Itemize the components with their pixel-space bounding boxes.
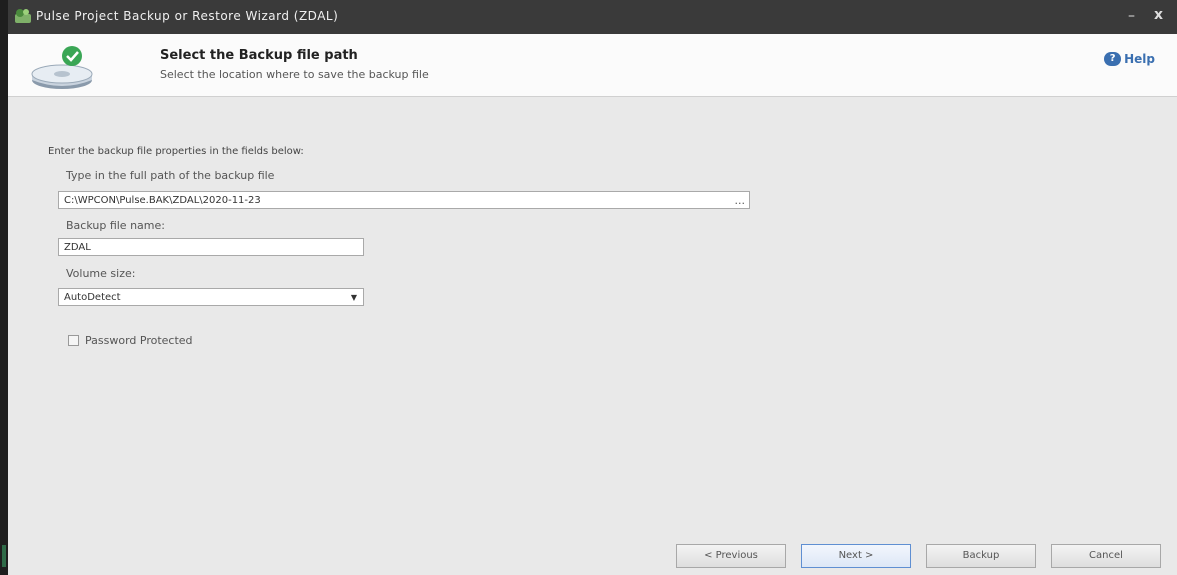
browse-button[interactable]: ... [735,192,746,210]
page-subtitle: Select the location where to save the ba… [160,68,429,81]
chevron-down-icon: ▼ [350,293,357,302]
backup-path-value: C:\WPCON\Pulse.BAK\ZDAL\2020-11-23 [64,195,261,206]
previous-button[interactable]: < Previous [676,544,786,568]
page-title: Select the Backup file path [160,48,358,63]
wizard-content: Enter the backup file properties in the … [8,97,1177,537]
checkbox-box[interactable] [68,335,79,346]
backup-name-value: ZDAL [64,242,91,253]
backup-path-label: Type in the full path of the backup file [66,169,275,182]
taskbar-accent [2,545,6,567]
help-label: Help [1124,52,1155,66]
cancel-button[interactable]: Cancel [1051,544,1161,568]
wizard-header: Select the Backup file path Select the l… [8,34,1177,97]
backup-name-input[interactable]: ZDAL [58,238,364,256]
volume-size-label: Volume size: [66,267,136,280]
volume-size-select[interactable]: AutoDetect ▼ [58,288,364,306]
next-button[interactable]: Next > [801,544,911,568]
instructions-text: Enter the backup file properties in the … [48,146,304,157]
backup-path-input[interactable]: C:\WPCON\Pulse.BAK\ZDAL\2020-11-23 ... [58,191,750,209]
backup-drive-icon [31,46,93,89]
close-button[interactable]: x [1154,7,1163,23]
password-protected-checkbox[interactable]: Password Protected [68,334,193,347]
volume-size-value: AutoDetect [64,292,121,303]
password-protected-label: Password Protected [85,334,193,347]
backup-button[interactable]: Backup [926,544,1036,568]
window-left-edge [0,0,8,575]
backup-name-label: Backup file name: [66,219,165,232]
help-icon: ? [1104,52,1122,66]
title-bar[interactable]: Pulse Project Backup or Restore Wizard (… [8,0,1177,34]
window-title: Pulse Project Backup or Restore Wizard (… [36,9,339,23]
help-link[interactable]: ? Help [1104,52,1155,66]
minimize-button[interactable]: – [1128,8,1135,24]
app-icon [15,9,31,23]
wizard-window: Pulse Project Backup or Restore Wizard (… [8,0,1177,575]
